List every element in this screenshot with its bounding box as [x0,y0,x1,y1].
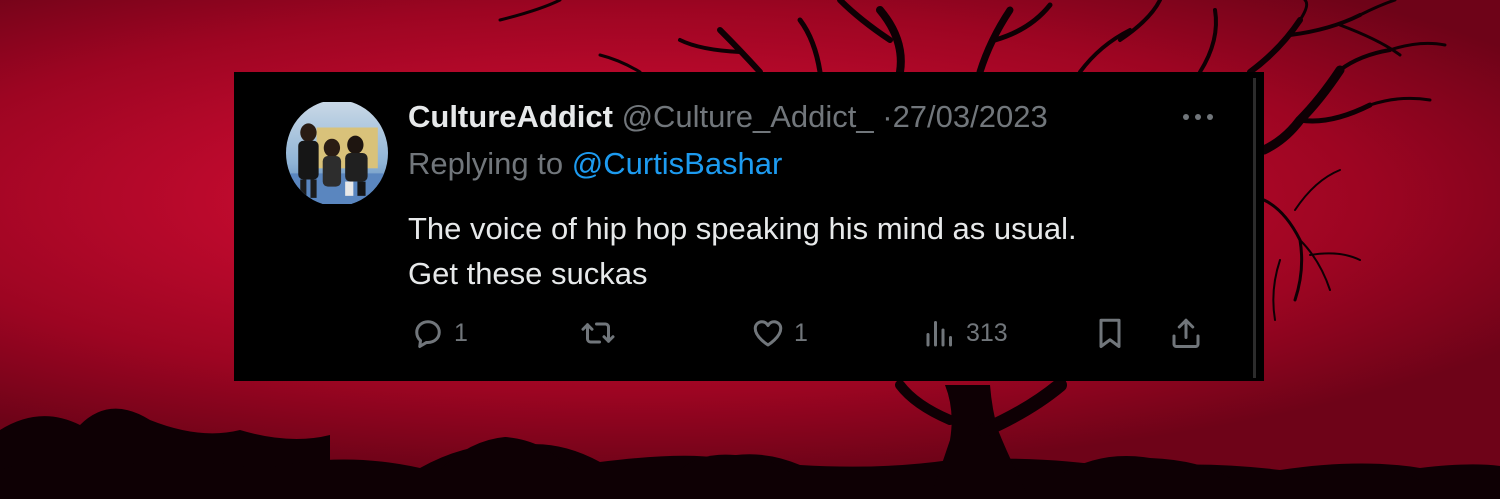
reply-button[interactable]: 1 [410,313,468,353]
avatar-photo [286,102,388,204]
views-count: 313 [966,318,1008,347]
tweet-card[interactable]: CultureAddict @Culture_Addict_ ·27/03/20… [234,72,1264,381]
tweet-date[interactable]: 27/03/2023 [893,99,1048,134]
bookmark-button[interactable] [1092,313,1128,353]
tweet-text-line: The voice of hip hop speaking his mind a… [408,211,1077,246]
views-button[interactable]: 313 [922,313,1008,353]
heart-icon [753,320,783,347]
reply-count: 1 [454,318,468,347]
replying-to-label: Replying to [408,146,564,181]
bookmark-icon [1099,318,1121,348]
tweet-header: CultureAddict @Culture_Addict_ ·27/03/20… [408,98,1048,136]
retweet-arrows-icon [581,322,615,344]
reply-mention-link[interactable]: @CurtisBashar [572,146,783,181]
like-button[interactable]: 1 [750,313,808,353]
display-name[interactable]: CultureAddict [408,99,613,134]
share-upload-icon [1172,318,1200,348]
retweet-button[interactable] [580,313,616,353]
tweet-text-line: Get these suckas [408,256,648,291]
like-count: 1 [794,318,808,347]
replying-to-line: Replying to @CurtisBashar [408,144,782,184]
header-separator: · [882,99,893,134]
share-button[interactable] [1168,313,1204,353]
bar-chart-icon [926,321,952,347]
tweet-text: The voice of hip hop speaking his mind a… [408,206,1228,296]
user-handle[interactable]: @Culture_Addict_ [622,99,874,134]
speech-bubble-icon [415,320,441,348]
ellipsis-icon[interactable] [1180,108,1216,126]
avatar[interactable] [286,100,388,206]
scrollbar[interactable] [1253,78,1256,378]
profile-banner: CultureAddict @Culture_Addict_ ·27/03/20… [0,0,1500,499]
